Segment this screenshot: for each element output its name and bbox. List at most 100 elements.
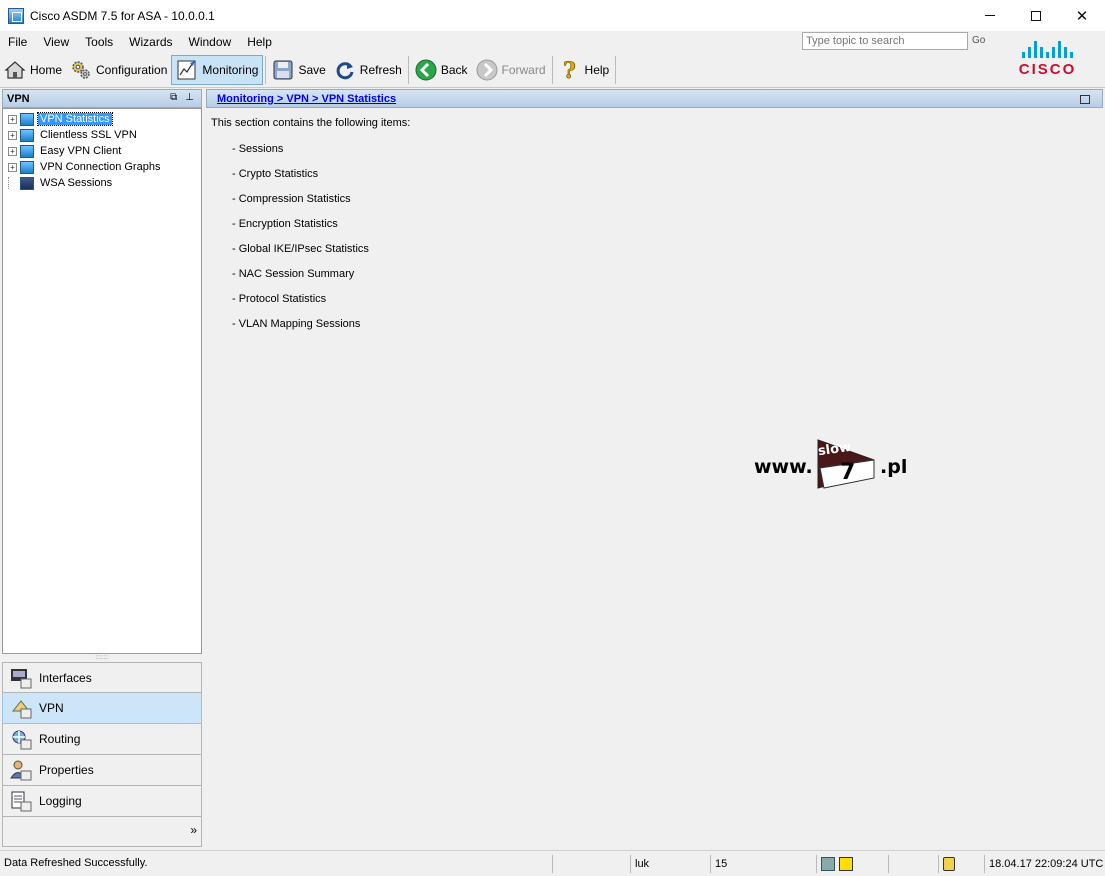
pin-panel-icon[interactable]: ⊥ (185, 92, 194, 103)
save-floppy-icon (272, 59, 294, 81)
nav-vpn-button[interactable]: VPN (2, 693, 202, 724)
close-button[interactable]: ✕ (1059, 0, 1105, 31)
minimize-button[interactable] (967, 0, 1013, 31)
refresh-icon (334, 59, 356, 81)
tree-item-label: VPN Statistics (37, 112, 113, 126)
help-button[interactable]: ? Help (555, 55, 614, 85)
tree-item-wsa-sessions[interactable]: WSA Sessions (3, 175, 201, 191)
title-bar: Cisco ASDM 7.5 for ASA - 10.0.0.1 ✕ (0, 0, 1105, 31)
save-label: Save (298, 63, 326, 77)
lock-icon (943, 857, 955, 871)
list-item: - VLAN Mapping Sessions (232, 318, 361, 330)
status-privilege-level: 15 (710, 855, 794, 873)
nav-properties-button[interactable]: Properties (2, 755, 202, 786)
menu-tools[interactable]: Tools (77, 35, 121, 49)
expand-icon[interactable]: + (8, 114, 17, 124)
tree-item-vpn-connection-graphs[interactable]: + VPN Connection Graphs (3, 159, 201, 175)
home-button[interactable]: Home (0, 55, 66, 85)
tree-item-label: VPN Connection Graphs (40, 161, 161, 173)
status-datetime: 18.04.17 22:09:24 UTC (984, 855, 1104, 873)
watermark-flag-number: 7 (840, 460, 856, 485)
intro-text: This section contains the following item… (211, 117, 411, 129)
monitoring-button[interactable]: Monitoring (171, 55, 264, 85)
menu-window[interactable]: Window (181, 35, 240, 49)
tree-item-clientless-ssl-vpn[interactable]: + Clientless SSL VPN (3, 127, 201, 143)
navigation-panel-title: VPN (7, 92, 30, 105)
svg-text:?: ? (563, 59, 576, 81)
back-button[interactable]: Back (411, 55, 472, 85)
status-lock-cell (938, 855, 966, 873)
menu-view[interactable]: View (35, 35, 77, 49)
save-status-icon (839, 857, 853, 871)
save-button[interactable]: Save (268, 55, 329, 85)
list-item: - Protocol Statistics (232, 293, 327, 305)
tree-item-easy-vpn-client[interactable]: + Easy VPN Client (3, 143, 201, 159)
help-search-input[interactable] (802, 32, 968, 50)
vpn-icon (9, 697, 33, 719)
toolbar-separator (265, 56, 267, 84)
interfaces-icon (9, 667, 33, 689)
nav-vpn-label: VPN (39, 701, 64, 715)
toolbar-separator (615, 56, 617, 84)
content-area: Monitoring > VPN > VPN Statistics This s… (206, 89, 1103, 850)
question-mark-icon: ? (559, 59, 581, 81)
status-cell-empty (552, 855, 628, 873)
cisco-logo: CISCO (1010, 38, 1085, 82)
computer-icon (20, 176, 34, 190)
back-arrow-icon (415, 59, 437, 81)
float-panel-icon[interactable]: ⧉ (170, 92, 177, 103)
expand-icon[interactable]: + (8, 146, 17, 156)
monitoring-icon (176, 59, 198, 81)
maximize-icon (1031, 10, 1041, 21)
tree-item-label: WSA Sessions (40, 177, 113, 189)
nav-routing-button[interactable]: Routing (2, 724, 202, 755)
nav-logging-button[interactable]: Logging (2, 786, 202, 817)
tree-connector (8, 177, 17, 189)
menu-wizards[interactable]: Wizards (121, 35, 180, 49)
window-controls: ✕ (967, 0, 1105, 31)
nav-routing-label: Routing (39, 732, 81, 746)
maximize-pane-icon[interactable] (1080, 95, 1090, 104)
menu-help[interactable]: Help (239, 35, 280, 49)
configuration-label: Configuration (96, 63, 168, 77)
list-item: - Crypto Statistics (232, 168, 319, 180)
back-label: Back (440, 63, 468, 77)
forward-arrow-icon (476, 59, 498, 81)
toolbar-separator (407, 56, 409, 84)
main-toolbar: Home Configuration Monitoring Save Refre… (0, 53, 992, 87)
network-status-icon (821, 857, 835, 871)
home-icon (4, 59, 26, 81)
vpn-folder-icon (20, 112, 34, 126)
panel-splitter-handle[interactable]: :::::::: (2, 654, 202, 662)
close-icon: ✕ (1075, 7, 1089, 25)
tree-item-vpn-statistics[interactable]: + VPN Statistics (3, 111, 201, 127)
vpn-folder-icon (20, 144, 34, 158)
watermark-suffix: .pl (880, 456, 908, 478)
status-message: Data Refreshed Successfully. (4, 857, 148, 869)
status-cell-empty (888, 855, 916, 873)
refresh-label: Refresh (359, 63, 402, 77)
navigation-panel: VPN ⧉ ⊥ + VPN Statistics + Clientless SS… (2, 89, 202, 850)
nav-interfaces-button[interactable]: Interfaces (2, 662, 202, 693)
list-item: - Compression Statistics (232, 193, 351, 205)
home-label: Home (30, 63, 63, 77)
toolbar-divider (0, 87, 1105, 88)
expand-icon[interactable]: + (8, 162, 17, 172)
asdm-app-icon (8, 7, 24, 24)
content-header: Monitoring > VPN > VPN Statistics (206, 89, 1103, 108)
status-user: luk (630, 855, 708, 873)
list-item: - Global IKE/IPsec Statistics (232, 243, 369, 255)
list-item: - NAC Session Summary (232, 268, 355, 280)
menu-file[interactable]: File (0, 35, 35, 49)
maximize-button[interactable] (1013, 0, 1059, 31)
forward-button[interactable]: Forward (472, 55, 550, 85)
monitoring-label: Monitoring (202, 63, 259, 77)
nav-more-button[interactable]: » (2, 817, 202, 847)
forward-label: Forward (501, 63, 546, 77)
configuration-button[interactable]: Configuration (66, 55, 171, 85)
breadcrumb[interactable]: Monitoring > VPN > VPN Statistics (217, 93, 396, 105)
refresh-button[interactable]: Refresh (330, 55, 406, 85)
help-search-go-button[interactable]: Go (972, 35, 985, 46)
gears-icon (70, 59, 92, 81)
expand-icon[interactable]: + (8, 130, 17, 140)
